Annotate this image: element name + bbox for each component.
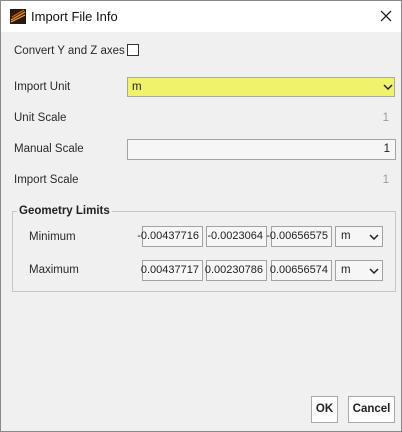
minimum-x-field[interactable]: -0.00437716 xyxy=(137,226,203,247)
import-scale-label: Import Scale xyxy=(14,174,79,186)
title-bar: Import File Info xyxy=(1,1,401,32)
import-app-icon xyxy=(10,9,26,24)
manual-scale-label: Manual Scale xyxy=(14,143,84,155)
minimum-label: Minimum xyxy=(29,231,76,243)
minimum-unit-select[interactable]: m xyxy=(335,226,383,247)
chevron-down-icon xyxy=(383,84,393,91)
import-unit-label: Import Unit xyxy=(14,81,71,93)
maximum-x-field[interactable]: 0.00437717 xyxy=(141,260,203,281)
import-scale-value: 1 xyxy=(382,174,389,186)
maximum-z-field[interactable]: 0.00656574 xyxy=(270,260,332,281)
import-unit-select[interactable]: m xyxy=(127,77,395,97)
manual-scale-value: 1 xyxy=(383,143,390,155)
dialog-title: Import File Info xyxy=(31,9,118,24)
import-unit-value: m xyxy=(132,81,142,93)
manual-scale-input[interactable]: 1 xyxy=(127,139,396,160)
minimum-y-field[interactable]: -0.0023064 xyxy=(206,226,267,247)
unit-scale-label: Unit Scale xyxy=(14,112,67,124)
ok-button[interactable]: OK xyxy=(311,396,338,423)
import-file-info-dialog: Import File Info Convert Y and Z axes Im… xyxy=(0,0,402,432)
maximum-y-field[interactable]: 0.00230786 xyxy=(205,260,267,281)
maximum-unit-select[interactable]: m xyxy=(335,260,383,281)
close-icon[interactable] xyxy=(377,7,395,25)
chevron-down-icon xyxy=(369,234,379,241)
unit-scale-value: 1 xyxy=(382,112,389,124)
geometry-limits-title: Geometry Limits xyxy=(17,205,112,217)
chevron-down-icon xyxy=(369,268,379,275)
convert-axes-checkbox[interactable] xyxy=(127,44,139,56)
cancel-button[interactable]: Cancel xyxy=(348,396,395,423)
minimum-z-field[interactable]: -0.00656575 xyxy=(266,226,332,247)
convert-axes-label: Convert Y and Z axes xyxy=(14,45,125,57)
maximum-label: Maximum xyxy=(29,264,79,276)
